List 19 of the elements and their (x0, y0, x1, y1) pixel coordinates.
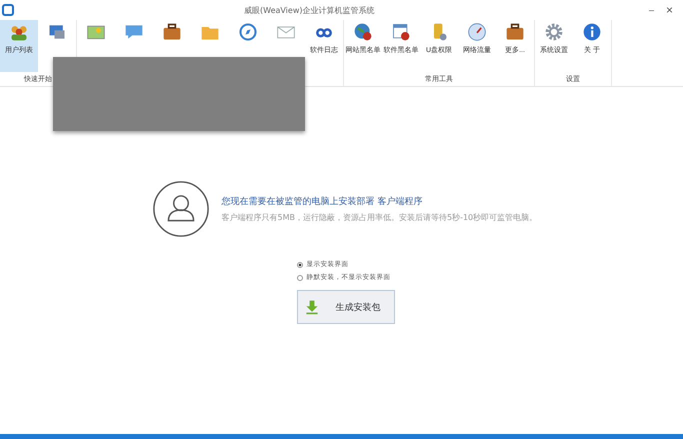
info-icon (582, 22, 602, 42)
download-icon (304, 299, 320, 315)
install-heading: 您现在需要在被监管的电脑上安装部署 客户端程序 (222, 196, 424, 208)
radio-button[interactable] (296, 274, 302, 280)
app-logo-icon (2, 4, 14, 16)
settings-icon (544, 22, 564, 42)
minimize-button[interactable]: – (646, 3, 656, 17)
generate-package-button[interactable]: 生成安装包 (296, 290, 394, 324)
compass-icon (238, 22, 258, 42)
user-avatar-icon (152, 180, 210, 238)
gauge-icon (467, 22, 487, 42)
briefcase-icon (162, 22, 182, 42)
window-icon (391, 22, 411, 42)
radio-button[interactable] (296, 262, 302, 268)
briefcase-icon (505, 22, 525, 42)
globe-icon (353, 22, 373, 42)
close-button[interactable]: × (664, 3, 675, 17)
window-title: 威眼(WeaView)企业计算机监管系统 (244, 4, 374, 16)
install-description: 客户端程序只有5MB，运行隐蔽，资源占用率低。安装后请等待5秒-10秒即可监管电脑。 (222, 212, 538, 224)
